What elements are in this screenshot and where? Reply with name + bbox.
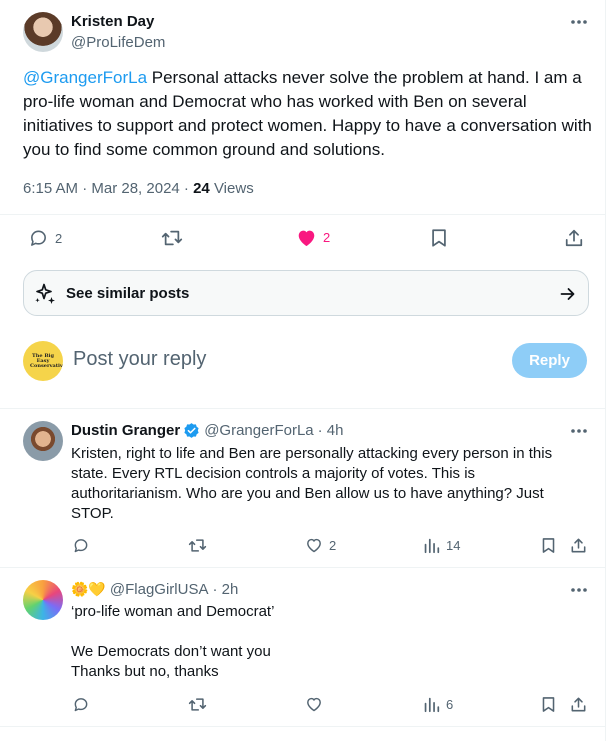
reply-avatar[interactable] — [23, 580, 63, 620]
reply-line: Thanks but no, thanks — [71, 663, 219, 680]
like-count: 2 — [329, 537, 337, 553]
bookmark-icon — [430, 228, 448, 248]
like-action[interactable]: 2 — [296, 228, 330, 247]
more-options-icon[interactable] — [570, 587, 588, 593]
verified-badge-icon — [183, 422, 200, 439]
heart-icon — [305, 696, 323, 712]
share-action[interactable] — [564, 228, 584, 248]
share-action[interactable] — [570, 537, 587, 554]
reply-icon — [28, 228, 49, 248]
share-action[interactable] — [570, 696, 587, 713]
reply-icon — [72, 696, 90, 713]
reply-text: Kristen, right to life and Ben are perso… — [71, 444, 596, 524]
sparkle-icon — [33, 282, 57, 306]
views-label: Views — [209, 180, 254, 197]
more-options-icon[interactable] — [570, 428, 588, 434]
author-name[interactable]: Kristen Day — [71, 13, 154, 30]
my-avatar[interactable]: The Big Easy Conservative — [23, 341, 63, 381]
reply-line: authoritarianism. Who are you and Ben al… — [71, 485, 544, 502]
reply-action[interactable] — [72, 537, 90, 554]
reply-text: ‘pro-life woman and Democrat’ We Democra… — [71, 602, 596, 682]
reply-header: 🌼💛 @FlagGirlUSA · 2h — [71, 581, 238, 598]
views-count: 6 — [446, 697, 454, 712]
repost-action[interactable] — [161, 228, 183, 248]
more-options-icon[interactable] — [570, 19, 588, 25]
analytics-icon — [423, 696, 440, 713]
repost-action[interactable] — [188, 537, 207, 554]
share-icon — [570, 537, 587, 554]
see-similar-posts-button[interactable]: See similar posts — [23, 270, 589, 316]
divider — [0, 567, 606, 568]
bookmark-action[interactable] — [430, 228, 448, 248]
reply-action[interactable] — [72, 696, 90, 713]
heart-icon — [305, 537, 323, 553]
reply-author-handle[interactable]: @FlagGirlUSA — [110, 581, 209, 598]
bookmark-action[interactable] — [541, 696, 556, 713]
reply-line: We Democrats don’t want you — [71, 643, 271, 660]
author-avatar[interactable] — [23, 12, 63, 52]
views-count: 14 — [446, 538, 461, 553]
reply-time[interactable]: · 4h — [318, 422, 344, 439]
divider — [0, 726, 606, 727]
reply-line — [71, 622, 596, 642]
reply-icon — [72, 537, 90, 554]
bookmark-icon — [541, 537, 556, 554]
reply-avatar[interactable] — [23, 421, 63, 461]
post-body: @GrangerForLa Personal attacks never sol… — [23, 66, 593, 162]
reply-input[interactable]: Post your reply — [73, 348, 206, 371]
divider — [0, 214, 606, 215]
divider — [0, 408, 606, 409]
reply-count: 2 — [55, 230, 63, 246]
reply-line: ‘pro-life woman and Democrat’ — [71, 603, 275, 620]
views-count: 24 — [193, 180, 210, 197]
bookmark-icon — [541, 696, 556, 713]
reply-button[interactable]: Reply — [512, 343, 587, 378]
bookmark-action[interactable] — [541, 537, 556, 554]
repost-action[interactable] — [188, 696, 207, 713]
share-icon — [570, 696, 587, 713]
post-meta: 6:15 AM · Mar 28, 2024 · 24 Views — [23, 180, 254, 197]
reply-line: Kristen, right to life and Ben are perso… — [71, 445, 553, 462]
tweet-thread: Kristen Day @ProLifeDem @GrangerForLa Pe… — [0, 0, 606, 741]
reply-author-handle[interactable]: @GrangerForLa — [204, 422, 313, 439]
see-similar-posts-label: See similar posts — [66, 285, 190, 302]
like-action[interactable]: 2 — [305, 537, 336, 553]
reply-line: state. Every RTL decision controls a maj… — [71, 465, 476, 482]
repost-icon — [188, 537, 207, 554]
share-icon — [564, 228, 584, 248]
reply-header: Dustin Granger @GrangerForLa · 4h — [71, 422, 344, 439]
post-timestamp[interactable]: 6:15 AM · Mar 28, 2024 · — [23, 180, 193, 197]
analytics-icon — [423, 537, 440, 554]
arrow-right-icon — [560, 286, 576, 302]
author-handle[interactable]: @ProLifeDem — [71, 34, 165, 51]
reply-line: STOP. — [71, 505, 114, 522]
reply-action[interactable]: 2 — [28, 228, 62, 248]
like-count: 2 — [323, 230, 331, 245]
views-action[interactable]: 14 — [423, 537, 460, 554]
avatar-logo-text: The Big Easy Conservative — [30, 352, 63, 369]
views-action[interactable]: 6 — [423, 696, 453, 713]
mention-link[interactable]: @GrangerForLa — [23, 68, 147, 87]
reply-author-name[interactable]: Dustin Granger — [71, 422, 180, 439]
reply-author-name[interactable]: 🌼💛 — [71, 581, 106, 598]
repost-icon — [188, 696, 207, 713]
reply-time[interactable]: · 2h — [212, 581, 238, 598]
heart-filled-icon — [296, 228, 317, 247]
repost-icon — [161, 228, 183, 248]
like-action[interactable] — [305, 696, 323, 712]
